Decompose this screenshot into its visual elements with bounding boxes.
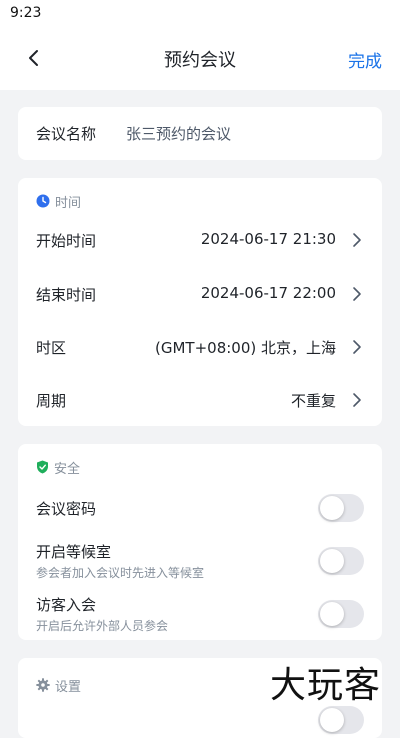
nav-bar: 预约会议 完成	[0, 28, 400, 90]
settings-section-title: 设置	[55, 679, 82, 695]
toggle-knob	[320, 602, 344, 626]
guest-join-label: 访客入会	[36, 596, 97, 614]
meeting-name-input[interactable]: 张三预约的会议	[126, 123, 231, 144]
guest-join-toggle[interactable]	[318, 600, 364, 628]
page-title: 预约会议	[164, 50, 236, 71]
end-time-row[interactable]: 结束时间 2024-06-17 22:00	[18, 267, 382, 320]
meeting-password-row: 会议密码	[18, 482, 382, 534]
waiting-room-toggle[interactable]	[318, 547, 364, 575]
clock-icon	[36, 194, 50, 208]
chevron-right-icon	[353, 287, 361, 301]
meeting-name-card: 会议名称 张三预约的会议	[18, 107, 382, 160]
start-time-row[interactable]: 开始时间 2024-06-17 21:30	[18, 213, 382, 266]
waiting-room-description: 参会者加入会议时先进入等候室	[36, 566, 205, 580]
toggle-knob	[320, 549, 344, 573]
meeting-name-label: 会议名称	[36, 125, 97, 143]
toggle-knob	[320, 708, 344, 732]
waiting-room-label: 开启等候室	[36, 543, 112, 561]
security-card: 安全 会议密码 开启等候室 参会者加入会议时先进入等候室 访客入会 开启后允许外…	[18, 444, 382, 640]
meeting-password-label: 会议密码	[36, 500, 97, 518]
security-section-header: 安全	[36, 458, 81, 477]
chevron-right-icon	[353, 393, 361, 407]
shield-icon	[37, 460, 48, 474]
chevron-right-icon	[353, 340, 361, 354]
end-time-value: 2024-06-17 22:00	[200, 284, 336, 302]
recurrence-row[interactable]: 周期 不重复	[18, 373, 382, 426]
guest-join-description: 开启后允许外部人员参会	[36, 619, 169, 633]
waiting-room-row: 开启等候室 参会者加入会议时先进入等候室	[18, 535, 382, 587]
chevron-right-icon	[353, 233, 361, 247]
recurrence-value: 不重复	[290, 392, 336, 410]
guest-join-row: 访客入会 开启后允许外部人员参会	[18, 588, 382, 640]
start-time-value: 2024-06-17 21:30	[200, 230, 336, 248]
time-section-header: 时间	[36, 192, 82, 211]
timezone-row[interactable]: 时区 (GMT+08:00) 北京，上海	[18, 320, 382, 373]
time-section-title: 时间	[55, 195, 82, 211]
status-bar: 9:23	[0, 0, 400, 28]
start-time-label: 开始时间	[36, 232, 97, 250]
security-section-title: 安全	[54, 461, 81, 477]
settings-toggle[interactable]	[318, 706, 364, 734]
timezone-label: 时区	[36, 339, 67, 357]
settings-section-header: 设置	[36, 676, 82, 695]
toggle-knob	[320, 496, 344, 520]
watermark-logo: 大玩客	[270, 665, 382, 706]
recurrence-label: 周期	[36, 392, 67, 410]
meeting-password-toggle[interactable]	[318, 494, 364, 522]
timezone-value: (GMT+08:00) 北京，上海	[155, 339, 336, 357]
time-card: 时间 开始时间 2024-06-17 21:30 结束时间 2024-06-17…	[18, 178, 382, 426]
status-time: 9:23	[10, 5, 42, 21]
end-time-label: 结束时间	[36, 286, 97, 304]
done-button[interactable]: 完成	[348, 47, 382, 72]
gear-icon	[36, 678, 50, 692]
